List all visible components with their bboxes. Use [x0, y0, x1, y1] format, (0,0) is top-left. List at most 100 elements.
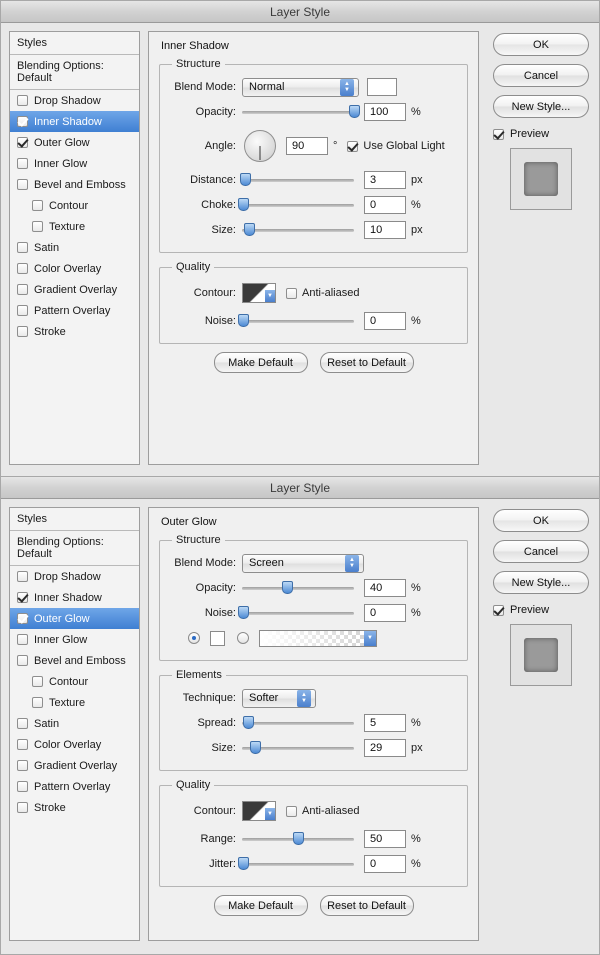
glow-color-swatch[interactable]: [210, 630, 225, 646]
anti-aliased-checkbox[interactable]: Anti-aliased: [286, 287, 359, 299]
checkbox-icon[interactable]: [32, 697, 43, 708]
size-input[interactable]: 29: [364, 739, 406, 757]
make-default-button[interactable]: Make Default: [213, 352, 308, 373]
preview-checkbox[interactable]: Preview: [493, 128, 589, 140]
checkbox-checked-icon[interactable]: [493, 128, 504, 140]
blend-mode-select[interactable]: Screen ▲ ▼: [242, 553, 364, 573]
style-item-gradient-overlay[interactable]: Gradient Overlay: [10, 279, 139, 300]
checkbox-icon[interactable]: [17, 158, 28, 169]
style-item-pattern-overlay[interactable]: Pattern Overlay: [10, 776, 139, 797]
chevron-updown-icon[interactable]: ▲ ▼: [297, 689, 311, 707]
solid-color-radio[interactable]: [188, 632, 200, 644]
style-item-outer-glow[interactable]: Outer Glow: [10, 132, 139, 153]
blending-options-item[interactable]: Blending Options: Default: [10, 531, 139, 566]
jitter-slider[interactable]: [238, 855, 354, 873]
style-item-texture[interactable]: Texture: [10, 692, 139, 713]
angle-dial[interactable]: [244, 130, 276, 162]
cancel-button[interactable]: Cancel: [493, 540, 589, 563]
checkbox-icon[interactable]: [17, 305, 28, 316]
contour-preview-select[interactable]: ▼: [242, 801, 276, 821]
range-input[interactable]: 50: [364, 830, 406, 848]
slider-knob[interactable]: [238, 606, 250, 619]
new-style-button[interactable]: New Style...: [493, 95, 589, 118]
reset-to-default-button[interactable]: Reset to Default: [319, 352, 414, 373]
slider-knob[interactable]: [238, 857, 250, 870]
checkbox-icon[interactable]: [17, 95, 28, 106]
slider-knob[interactable]: [242, 716, 254, 729]
choke-input[interactable]: 0: [364, 196, 406, 214]
chevron-updown-icon[interactable]: ▲ ▼: [345, 554, 359, 572]
slider-knob[interactable]: [240, 173, 252, 186]
style-item-satin[interactable]: Satin: [10, 237, 139, 258]
opacity-input[interactable]: 40: [364, 579, 406, 597]
spread-input[interactable]: 5: [364, 714, 406, 732]
checkbox-icon[interactable]: [17, 739, 28, 750]
size-slider[interactable]: [242, 221, 354, 239]
slider-knob[interactable]: [349, 105, 360, 118]
checkbox-checked-icon[interactable]: [17, 116, 28, 127]
checkbox-checked-icon[interactable]: [347, 140, 359, 152]
jitter-input[interactable]: 0: [364, 855, 406, 873]
checkbox-icon[interactable]: [32, 221, 43, 232]
size-slider[interactable]: [242, 739, 354, 757]
anti-aliased-checkbox[interactable]: Anti-aliased: [286, 805, 359, 817]
style-item-contour[interactable]: Contour: [10, 671, 139, 692]
slider-knob[interactable]: [238, 314, 250, 327]
chevron-down-icon[interactable]: ▼: [265, 290, 275, 302]
checkbox-icon[interactable]: [17, 760, 28, 771]
use-global-light-checkbox[interactable]: Use Global Light: [347, 140, 445, 152]
style-item-inner-glow[interactable]: Inner Glow: [10, 629, 139, 650]
noise-slider[interactable]: [238, 312, 354, 330]
ok-button[interactable]: OK: [493, 509, 589, 532]
style-item-inner-shadow[interactable]: Inner Shadow: [10, 111, 139, 132]
checkbox-icon[interactable]: [17, 655, 28, 666]
style-item-drop-shadow[interactable]: Drop Shadow: [10, 90, 139, 111]
checkbox-icon[interactable]: [17, 781, 28, 792]
checkbox-checked-icon[interactable]: [17, 592, 28, 603]
slider-knob[interactable]: [238, 198, 250, 211]
ok-button[interactable]: OK: [493, 33, 589, 56]
slider-knob[interactable]: [293, 832, 304, 845]
checkbox-checked-icon[interactable]: [17, 137, 28, 148]
style-item-bevel-and-emboss[interactable]: Bevel and Emboss: [10, 650, 139, 671]
gradient-radio[interactable]: [237, 632, 249, 644]
style-item-drop-shadow[interactable]: Drop Shadow: [10, 566, 139, 587]
style-item-bevel-and-emboss[interactable]: Bevel and Emboss: [10, 174, 139, 195]
style-item-inner-shadow[interactable]: Inner Shadow: [10, 587, 139, 608]
gradient-picker[interactable]: ▼: [259, 629, 377, 647]
chevron-down-icon[interactable]: ▼: [265, 808, 275, 820]
checkbox-checked-icon[interactable]: [493, 604, 504, 616]
style-item-outer-glow[interactable]: Outer Glow: [10, 608, 139, 629]
contour-preview-select[interactable]: ▼: [242, 283, 276, 303]
checkbox-icon[interactable]: [32, 200, 43, 211]
noise-input[interactable]: 0: [364, 312, 406, 330]
style-item-texture[interactable]: Texture: [10, 216, 139, 237]
opacity-slider[interactable]: [242, 103, 360, 121]
checkbox-icon[interactable]: [286, 805, 297, 817]
checkbox-icon[interactable]: [17, 179, 28, 190]
style-item-gradient-overlay[interactable]: Gradient Overlay: [10, 755, 139, 776]
chevron-updown-icon[interactable]: ▲ ▼: [340, 78, 354, 96]
style-item-pattern-overlay[interactable]: Pattern Overlay: [10, 300, 139, 321]
blending-options-item[interactable]: Blending Options: Default: [10, 55, 139, 90]
shadow-color-swatch[interactable]: [367, 78, 397, 96]
style-item-color-overlay[interactable]: Color Overlay: [10, 258, 139, 279]
range-slider[interactable]: [242, 830, 354, 848]
checkbox-icon[interactable]: [17, 802, 28, 813]
blend-mode-select[interactable]: Normal ▲ ▼: [242, 77, 359, 97]
distance-slider[interactable]: [240, 171, 354, 189]
style-item-stroke[interactable]: Stroke: [10, 321, 139, 342]
slider-knob[interactable]: [243, 223, 255, 236]
style-item-color-overlay[interactable]: Color Overlay: [10, 734, 139, 755]
checkbox-icon[interactable]: [286, 287, 297, 299]
noise-input[interactable]: 0: [364, 604, 406, 622]
style-item-satin[interactable]: Satin: [10, 713, 139, 734]
checkbox-icon[interactable]: [17, 284, 28, 295]
slider-knob[interactable]: [281, 581, 293, 594]
reset-to-default-button[interactable]: Reset to Default: [319, 895, 414, 916]
style-item-stroke[interactable]: Stroke: [10, 797, 139, 818]
noise-slider[interactable]: [238, 604, 354, 622]
checkbox-icon[interactable]: [17, 242, 28, 253]
style-item-inner-glow[interactable]: Inner Glow: [10, 153, 139, 174]
distance-input[interactable]: 3: [364, 171, 406, 189]
